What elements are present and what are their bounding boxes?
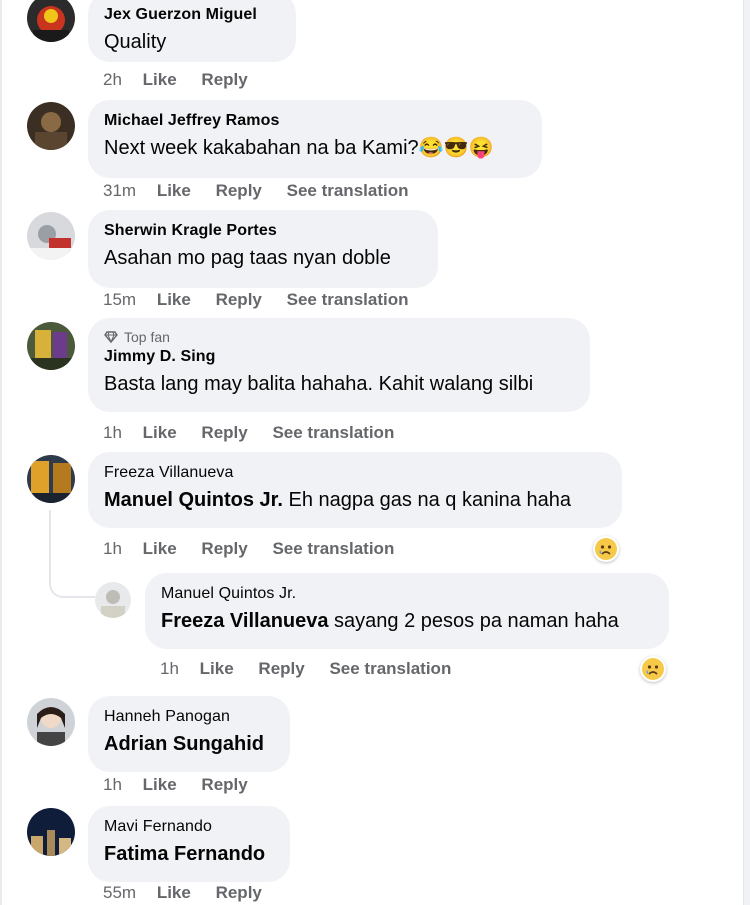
mention-link[interactable]: Adrian Sungahid: [104, 730, 274, 758]
reply-button[interactable]: Reply: [201, 423, 247, 442]
reply-button[interactable]: Reply: [216, 290, 262, 309]
see-translation-link[interactable]: See translation: [272, 539, 394, 558]
reply-button[interactable]: Reply: [216, 883, 262, 902]
comment-time[interactable]: 1h: [103, 423, 122, 442]
comment-author[interactable]: Michael Jeffrey Ramos: [104, 110, 526, 132]
avatar[interactable]: [27, 322, 75, 370]
comment-time[interactable]: 1h: [103, 775, 122, 794]
comment-actions: 1h Like Reply See translation: [103, 422, 414, 444]
comment-author[interactable]: Jex Guerzon Miguel: [104, 4, 280, 26]
comment-author[interactable]: Mavi Fernando: [104, 816, 274, 838]
reply-thread-line: [49, 510, 95, 598]
sad-reaction-icon[interactable]: [640, 656, 666, 682]
comment-text: Basta lang may balita hahaha. Kahit wala…: [104, 373, 534, 395]
avatar[interactable]: [95, 582, 131, 618]
comment-text: Asahan mo pag taas nyan doble: [104, 247, 391, 269]
like-button[interactable]: Like: [157, 290, 191, 309]
comment-bubble: Hanneh Panogan Adrian Sungahid: [88, 696, 290, 772]
like-button[interactable]: Like: [143, 423, 177, 442]
comment-bubble: Freeza Villanueva Manuel Quintos Jr. Eh …: [88, 452, 622, 528]
avatar[interactable]: [27, 102, 75, 150]
reply-button[interactable]: Reply: [201, 539, 247, 558]
scrollbar-track[interactable]: [743, 0, 750, 905]
see-translation-link[interactable]: See translation: [287, 290, 409, 309]
reply-button[interactable]: Reply: [201, 70, 247, 89]
reply-button[interactable]: Reply: [216, 181, 262, 200]
diamond-icon: [104, 331, 118, 344]
comment-actions: 1h Like Reply: [103, 774, 268, 796]
avatar[interactable]: [27, 808, 75, 856]
like-button[interactable]: Like: [143, 775, 177, 794]
comment-time[interactable]: 1h: [160, 659, 179, 678]
comment-actions: 1h Like Reply See translation: [103, 538, 414, 560]
comment-text: Manuel Quintos Jr. Eh nagpa gas na q kan…: [104, 489, 571, 511]
comment-bubble: Sherwin Kragle Portes Asahan mo pag taas…: [88, 210, 438, 288]
comment-author[interactable]: Manuel Quintos Jr.: [161, 583, 653, 605]
avatar[interactable]: [27, 698, 75, 746]
comment-author[interactable]: Jimmy D. Sing: [104, 346, 574, 368]
comment-bubble: Michael Jeffrey Ramos Next week kakabaha…: [88, 100, 542, 178]
sad-reaction-icon[interactable]: [593, 536, 619, 562]
comment-actions: 1h Like Reply See translation: [160, 658, 471, 680]
comment-time[interactable]: 31m: [103, 181, 136, 200]
top-fan-badge: Top fan: [104, 328, 574, 346]
badge-label: Top fan: [124, 329, 170, 345]
comment-time[interactable]: 2h: [103, 70, 122, 89]
like-button[interactable]: Like: [157, 883, 191, 902]
see-translation-link[interactable]: See translation: [287, 181, 409, 200]
comment-bubble: Jex Guerzon Miguel Quality: [88, 0, 296, 62]
reply-button[interactable]: Reply: [258, 659, 304, 678]
comment-time[interactable]: 15m: [103, 290, 136, 309]
like-button[interactable]: Like: [143, 539, 177, 558]
comment-text: Next week kakabahan na ba Kami?😂😎😝: [104, 137, 494, 159]
like-button[interactable]: Like: [143, 70, 177, 89]
avatar[interactable]: [27, 212, 75, 260]
comment-actions: 31m Like Reply See translation: [103, 180, 428, 202]
comment-time[interactable]: 55m: [103, 883, 136, 902]
emoji-group: 😂😎😝: [418, 137, 494, 159]
see-translation-link[interactable]: See translation: [329, 659, 451, 678]
comment-actions: 55m Like Reply: [103, 882, 282, 904]
comment-bubble: Manuel Quintos Jr. Freeza Villanueva say…: [145, 573, 669, 649]
mention-link[interactable]: Freeza Villanueva: [161, 610, 329, 632]
comment-bubble: Top fan Jimmy D. Sing Basta lang may bal…: [88, 318, 590, 412]
comment-author[interactable]: Freeza Villanueva: [104, 462, 606, 484]
comment-text: Freeza Villanueva sayang 2 pesos pa nama…: [161, 610, 619, 632]
comment-author[interactable]: Hanneh Panogan: [104, 706, 274, 728]
comment-bubble: Mavi Fernando Fatima Fernando: [88, 806, 290, 882]
comment-author[interactable]: Sherwin Kragle Portes: [104, 220, 422, 242]
mention-link[interactable]: Fatima Fernando: [104, 840, 274, 868]
see-translation-link[interactable]: See translation: [272, 423, 394, 442]
avatar[interactable]: [27, 455, 75, 503]
like-button[interactable]: Like: [200, 659, 234, 678]
comment-text: Quality: [104, 31, 167, 53]
comment-time[interactable]: 1h: [103, 539, 122, 558]
reply-button[interactable]: Reply: [201, 775, 247, 794]
mention-link[interactable]: Manuel Quintos Jr.: [104, 489, 283, 511]
avatar[interactable]: [27, 0, 75, 42]
comment-actions: 2h Like Reply: [103, 69, 268, 91]
left-border: [0, 0, 2, 905]
comment-actions: 15m Like Reply See translation: [103, 289, 428, 311]
like-button[interactable]: Like: [157, 181, 191, 200]
